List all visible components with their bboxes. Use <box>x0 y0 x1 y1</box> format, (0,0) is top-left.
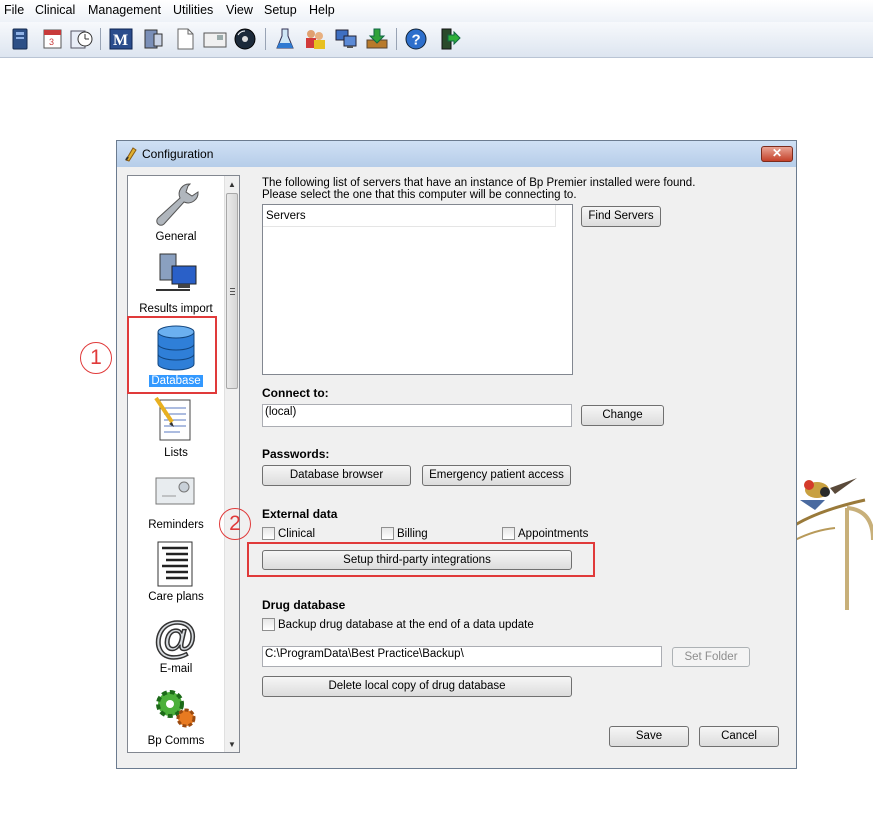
dialog-title: Configuration <box>142 147 214 161</box>
download-icon[interactable] <box>364 26 390 52</box>
backup-drug-database-label: Backup drug database at the end of a dat… <box>278 619 534 631</box>
category-list: General Results import Database Lists Re… <box>127 175 240 753</box>
sidebar-item-label: Results import <box>139 303 213 315</box>
sidebar-item-label: Lists <box>164 447 188 459</box>
close-button[interactable]: ✕ <box>761 146 793 162</box>
database-browser-button[interactable]: Database browser <box>262 465 411 486</box>
external-data-heading: External data <box>262 507 338 521</box>
menu-setup[interactable]: Setup <box>264 3 297 17</box>
passwords-heading: Passwords: <box>262 447 330 461</box>
users-icon[interactable] <box>302 26 328 52</box>
intro-text-line1: The following list of servers that have … <box>262 177 696 189</box>
waiting-room-icon[interactable] <box>68 26 94 52</box>
scroll-down-icon[interactable]: ▼ <box>228 740 236 749</box>
sidebar-item-reminders[interactable]: Reminders <box>128 466 224 531</box>
bp-logo <box>794 470 873 620</box>
sidebar-item-label: Reminders <box>148 519 204 531</box>
annotation-marker-1: 1 <box>80 342 112 374</box>
cancel-button[interactable]: Cancel <box>699 726 779 747</box>
sidebar-item-results-import[interactable]: Results import <box>128 250 224 315</box>
menu-utilities[interactable]: Utilities <box>173 3 213 17</box>
gears-icon <box>150 682 202 737</box>
sidebar-item-bp-comms[interactable]: Bp Comms <box>128 682 224 747</box>
svg-text:@: @ <box>154 613 197 662</box>
letter-icon[interactable] <box>202 26 228 52</box>
sidebar-item-email[interactable]: @ E-mail <box>128 610 224 675</box>
servers-column-header[interactable]: Servers <box>263 205 555 227</box>
patient-file-icon[interactable] <box>8 26 34 52</box>
at-sign-icon: @ <box>150 610 202 665</box>
drug-database-heading: Drug database <box>262 598 346 612</box>
connect-to-field[interactable]: (local) <box>262 404 572 427</box>
toolbar: 3 M ? <box>0 22 873 58</box>
category-scrollbar[interactable]: ▲ ▼ <box>224 176 239 752</box>
delete-local-drug-database-button[interactable]: Delete local copy of drug database <box>262 676 572 697</box>
annotation-highlight-database <box>127 316 217 394</box>
scroll-thumb[interactable] <box>226 193 238 389</box>
menu-clinical[interactable]: Clinical <box>35 3 75 17</box>
sidebar-item-label: General <box>155 231 197 243</box>
clinical-label: Clinical <box>278 528 316 540</box>
sidebar-item-general[interactable]: General <box>128 178 224 243</box>
save-button[interactable]: Save <box>609 726 689 747</box>
dialog-titlebar: Configuration ✕ <box>117 141 796 167</box>
blank-document-icon[interactable] <box>172 26 198 52</box>
appointments-checkbox[interactable] <box>502 527 515 540</box>
exit-icon[interactable] <box>436 26 462 52</box>
envelope-icon <box>150 466 202 521</box>
sidebar-item-lists[interactable]: Lists <box>128 394 224 459</box>
billing-checkbox[interactable] <box>381 527 394 540</box>
backup-folder-path-field[interactable]: C:\ProgramData\Best Practice\Backup\ <box>262 646 662 667</box>
sidebar-item-label: E-mail <box>159 663 193 675</box>
server-network-icon <box>150 250 202 305</box>
notepad-icon <box>150 394 202 449</box>
help-icon[interactable]: ? <box>403 26 429 52</box>
menu-bar: File Clinical Management Utilities View … <box>0 0 873 22</box>
svg-text:?: ? <box>412 32 421 49</box>
backup-drug-database-checkbox[interactable] <box>262 618 275 631</box>
menu-help[interactable]: Help <box>309 3 335 17</box>
configuration-icon <box>123 146 139 165</box>
toolbar-separator <box>100 28 101 50</box>
sidebar-item-label: Bp Comms <box>147 735 205 747</box>
clinical-checkbox[interactable] <box>262 527 275 540</box>
svg-text:M: M <box>113 32 128 49</box>
appointment-book-icon[interactable]: 3 <box>40 26 66 52</box>
toolbar-separator <box>396 28 397 50</box>
toolbar-separator <box>265 28 266 50</box>
flask-icon[interactable] <box>272 26 298 52</box>
set-folder-button[interactable]: Set Folder <box>672 647 750 667</box>
annotation-marker-2: 2 <box>219 508 251 540</box>
change-button[interactable]: Change <box>581 405 664 426</box>
wrench-icon <box>150 178 202 233</box>
intro-text-line2: Please select the one that this computer… <box>262 189 577 201</box>
find-servers-button[interactable]: Find Servers <box>581 206 661 227</box>
servers-list[interactable]: Servers <box>262 204 573 375</box>
menu-management[interactable]: Management <box>88 3 161 17</box>
emergency-patient-access-button[interactable]: Emergency patient access <box>422 465 571 486</box>
cd-icon[interactable] <box>232 26 258 52</box>
servers-header-label: Servers <box>266 210 306 222</box>
configuration-dialog: Configuration ✕ General Results import D… <box>116 140 797 769</box>
appointments-label: Appointments <box>518 528 589 540</box>
sidebar-item-care-plans[interactable]: Care plans <box>128 538 224 603</box>
scroll-up-icon[interactable]: ▲ <box>228 180 236 189</box>
drug-icon[interactable] <box>140 26 166 52</box>
mims-icon[interactable]: M <box>108 26 134 52</box>
menu-view[interactable]: View <box>226 3 253 17</box>
menu-file[interactable]: File <box>4 3 24 17</box>
connect-to-heading: Connect to: <box>262 386 329 400</box>
billing-label: Billing <box>397 528 428 540</box>
annotation-highlight-setup-integrations <box>247 542 595 577</box>
list-document-icon <box>150 538 202 593</box>
sidebar-item-label: Care plans <box>148 591 204 603</box>
computers-icon[interactable] <box>333 26 359 52</box>
svg-text:3: 3 <box>49 37 54 47</box>
